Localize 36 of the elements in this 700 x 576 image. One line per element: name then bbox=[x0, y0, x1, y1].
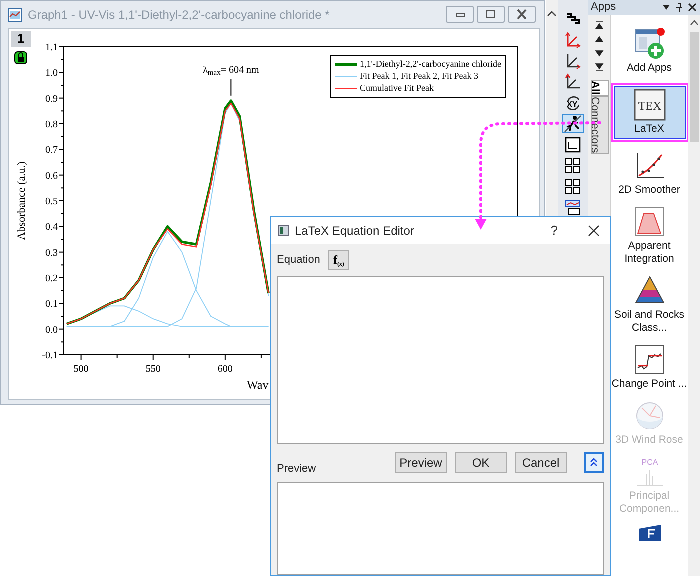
tick-label: 600 bbox=[218, 364, 233, 375]
legend-label: Cumulative Fit Peak bbox=[360, 83, 434, 94]
peak-annotation: λ$_{max}$= 604 nm bbox=[203, 65, 260, 77]
legend-label: Fit Peak 1, Fit Peak 2, Fit Peak 3 bbox=[360, 71, 479, 82]
legend-label: 1,1'-Diethyl-2,2'-carbocyanine chloride bbox=[360, 59, 502, 70]
tick-label: 500 bbox=[74, 364, 89, 375]
tick-label: 0.6 bbox=[46, 170, 58, 182]
tick-label: 0.9 bbox=[46, 94, 58, 105]
tick-label: -0.1 bbox=[42, 350, 58, 362]
tick-label: 550 bbox=[146, 364, 161, 375]
app-label: Soil and Rocks Class... bbox=[613, 309, 686, 335]
axis-label: Wav bbox=[247, 378, 269, 392]
axis-label: Absorbance (a.u.) bbox=[16, 162, 28, 240]
tick-label: 0.3 bbox=[46, 248, 58, 259]
app-label: Principal Componen... bbox=[618, 490, 681, 516]
tick-label: 0.7 bbox=[46, 145, 58, 156]
field-label: Preview bbox=[277, 462, 316, 476]
tick-label: 0.4 bbox=[46, 222, 58, 234]
tick-label: 1.0 bbox=[46, 68, 58, 80]
tick-label: 0.0 bbox=[46, 324, 58, 336]
tick-label: 0.1 bbox=[46, 299, 58, 310]
app-label: 2D Smoother bbox=[618, 184, 682, 197]
window-title: Graph1 - UV-Vis 1,1'-Diethyl-2,2'-carbocyanine chloride * bbox=[28, 6, 330, 24]
tick-label: 1.1 bbox=[46, 42, 58, 54]
app-label: 3D Wind Rose bbox=[614, 434, 684, 447]
tick-label: 0.2 bbox=[46, 274, 58, 284]
app-label: LaTeX bbox=[634, 123, 666, 136]
tex-icon: TEX bbox=[634, 89, 666, 121]
tick-label: 0.5 bbox=[46, 196, 58, 208]
dialog-title: LaTeX Equation Editor bbox=[295, 222, 414, 240]
tick-label: 0.8 bbox=[46, 120, 58, 130]
app-label: Apparent Integration bbox=[624, 240, 676, 266]
app-label: Change Point ... bbox=[612, 378, 688, 391]
field-label: Equation bbox=[277, 252, 320, 268]
panel-title: Apps bbox=[591, 0, 616, 16]
app-label: Add Apps bbox=[626, 62, 673, 75]
